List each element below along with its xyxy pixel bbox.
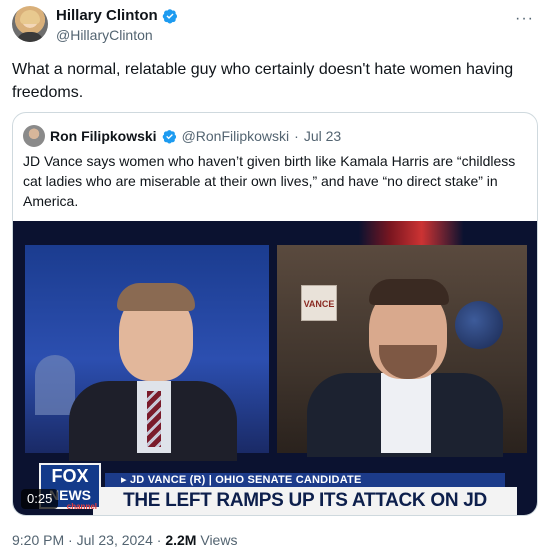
author-name-row: Hillary Clinton — [56, 7, 178, 24]
tweet-text: What a normal, relatable guy who certain… — [12, 61, 514, 101]
views-label: Views — [200, 532, 238, 548]
network-logo-line1: FOX — [51, 466, 89, 486]
quoted-display-name[interactable]: Ron Filipkowski — [50, 128, 157, 144]
post-time[interactable]: 9:20 PM — [12, 532, 64, 548]
video-right-panel — [277, 245, 527, 457]
tweet-header: Hillary Clinton @HillaryClinton ··· — [12, 6, 538, 46]
capitol-dome-shape — [35, 355, 75, 415]
quoted-tweet[interactable]: Ron Filipkowski @RonFilipkowski · Jul 23… — [12, 112, 538, 516]
quoted-header: Ron Filipkowski @RonFilipkowski · Jul 23 — [23, 125, 341, 147]
verified-badge-icon — [162, 129, 176, 143]
video-top-strip — [13, 221, 537, 245]
meta-separator: · — [156, 532, 162, 548]
quoted-separator: · — [294, 128, 299, 144]
avatar-body-shape — [16, 32, 44, 42]
meta-separator: · — [68, 532, 73, 548]
author-avatar[interactable] — [12, 6, 48, 42]
quoted-author-avatar[interactable] — [23, 125, 45, 147]
video-left-panel — [25, 245, 269, 461]
author-handle[interactable]: @HillaryClinton — [56, 27, 153, 43]
guest-hair — [369, 279, 449, 305]
author-display-name[interactable]: Hillary Clinton — [56, 7, 158, 24]
tweet-meta: 9:20 PM · Jul 23, 2024 · 2.2M Views — [12, 532, 237, 548]
post-date[interactable]: Jul 23, 2024 — [77, 532, 153, 548]
background-sign: VANCE — [301, 285, 337, 321]
quoted-date[interactable]: Jul 23 — [304, 128, 341, 144]
avatar-hair-shape — [20, 10, 40, 24]
background-globe — [455, 301, 503, 349]
views-count: 2.2M — [165, 532, 197, 548]
guest-shirt — [381, 373, 431, 453]
host-tie — [147, 391, 161, 447]
chyron-subtitle: ▸ JD VANCE (R) | OHIO SENATE CANDIDATE — [105, 473, 505, 487]
host-hair — [117, 283, 195, 311]
quoted-text: JD Vance says women who haven’t given bi… — [23, 153, 516, 209]
quoted-handle[interactable]: @RonFilipkowski — [182, 128, 290, 144]
video-player[interactable]: VANCE ▸ JD VANCE (R) | OHIO SENATE CANDI… — [13, 221, 537, 515]
verified-badge-icon — [162, 8, 177, 23]
video-duration-badge: 0:25 — [21, 489, 59, 509]
chyron-headline: THE LEFT RAMPS UP ITS ATTACK ON JD VANCE — [93, 487, 517, 515]
more-options-icon[interactable]: ··· — [515, 10, 534, 28]
